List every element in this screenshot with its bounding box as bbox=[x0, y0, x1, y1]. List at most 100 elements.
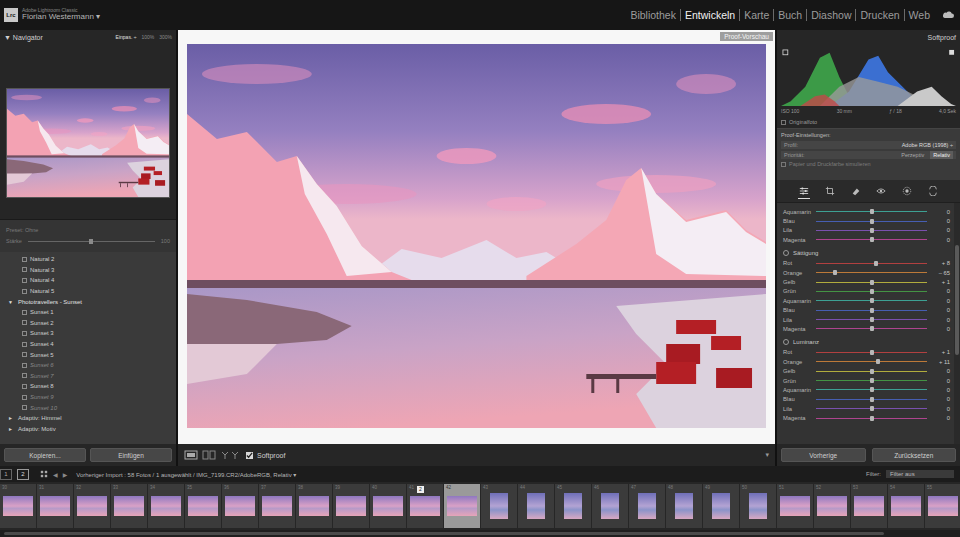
tool-button[interactable] bbox=[850, 184, 862, 199]
loupe-view-icon[interactable] bbox=[184, 450, 198, 460]
slider-track[interactable] bbox=[816, 291, 927, 292]
filmstrip-thumbnail[interactable]: 33 bbox=[111, 484, 147, 528]
slider-track[interactable] bbox=[816, 319, 927, 320]
slider-thumb[interactable] bbox=[833, 270, 837, 275]
slider-value[interactable]: 0 bbox=[930, 368, 950, 374]
slider-value[interactable]: 0 bbox=[930, 317, 950, 323]
slider-value[interactable]: 0 bbox=[930, 406, 950, 412]
disclosure-arrow[interactable]: ► bbox=[8, 426, 15, 432]
filmstrip-thumbnail[interactable]: 45 bbox=[555, 484, 591, 528]
zoom-option[interactable]: Einpas. ÷ bbox=[116, 34, 137, 40]
slider-track[interactable] bbox=[816, 211, 927, 212]
slider-track[interactable] bbox=[816, 282, 927, 283]
filmstrip-thumbnail[interactable]: 55 bbox=[925, 484, 960, 528]
panel-scrollbar[interactable] bbox=[954, 203, 960, 444]
preset-item[interactable]: Natural 3 bbox=[0, 265, 176, 276]
disclosure-arrow[interactable]: ► bbox=[8, 415, 15, 421]
intent-option[interactable]: Relativ bbox=[930, 151, 953, 159]
slider-track[interactable] bbox=[816, 389, 927, 390]
slider-track[interactable] bbox=[816, 221, 927, 222]
tool-button[interactable] bbox=[875, 184, 887, 199]
softproof-label[interactable]: Softproof bbox=[257, 452, 285, 459]
slider-value[interactable]: 0 bbox=[930, 396, 950, 402]
panel-button[interactable]: Vorherige bbox=[781, 448, 866, 462]
preset-item[interactable]: Sunset 6 bbox=[0, 360, 176, 371]
filmstrip-thumbnail[interactable]: 30 bbox=[0, 484, 36, 528]
slider-value[interactable]: 0 bbox=[930, 326, 950, 332]
slider-value[interactable]: 0 bbox=[930, 415, 950, 421]
slider-thumb[interactable] bbox=[870, 219, 874, 224]
slider-track[interactable] bbox=[816, 399, 927, 400]
grid-icon[interactable] bbox=[40, 470, 48, 478]
slider-row[interactable]: Magenta0 bbox=[783, 324, 950, 333]
histogram-header[interactable]: Softproof bbox=[777, 30, 960, 44]
module-tab[interactable]: Buch bbox=[773, 9, 806, 21]
slider-track[interactable] bbox=[816, 239, 927, 240]
slider-track[interactable] bbox=[816, 352, 927, 353]
slider-thumb[interactable] bbox=[870, 387, 874, 392]
zoom-option[interactable]: 300% bbox=[159, 34, 172, 40]
slider-value[interactable]: 0 bbox=[930, 218, 950, 224]
slider-thumb[interactable] bbox=[870, 308, 874, 313]
navigator-photo[interactable] bbox=[6, 88, 170, 198]
tool-button[interactable] bbox=[901, 184, 913, 199]
filmstrip-thumbnail[interactable]: 54 bbox=[888, 484, 924, 528]
slider-track[interactable] bbox=[816, 272, 927, 273]
slider-row[interactable]: Aquamarin0 bbox=[783, 296, 950, 305]
module-tab[interactable]: Karte bbox=[739, 9, 773, 21]
preset-group[interactable]: ▼Phototravellers - Sunset bbox=[0, 296, 176, 307]
slider-value[interactable]: – 65 bbox=[930, 270, 950, 276]
slider-row[interactable]: Gelb+ 1 bbox=[783, 277, 950, 286]
photo[interactable] bbox=[187, 44, 766, 428]
preset-item[interactable]: Natural 4 bbox=[0, 275, 176, 286]
preset-item[interactable]: Sunset 5 bbox=[0, 349, 176, 360]
slider-thumb[interactable] bbox=[870, 397, 874, 402]
navigator-header[interactable]: ▼ NavigatorEinpas. ÷100%300% bbox=[0, 30, 176, 44]
preset-item[interactable]: Sunset 7 bbox=[0, 371, 176, 382]
preset-item[interactable]: Sunset 10 bbox=[0, 402, 176, 413]
original-photo-option[interactable]: Originalfoto bbox=[777, 116, 960, 128]
filmstrip-thumbnail[interactable]: 35 bbox=[185, 484, 221, 528]
preset-group[interactable]: ►Adaptiv: Himmel bbox=[0, 413, 176, 424]
filmstrip-thumbnail[interactable]: 48 bbox=[666, 484, 702, 528]
slider-row[interactable]: Grün0 bbox=[783, 287, 950, 296]
slider-thumb[interactable] bbox=[870, 209, 874, 214]
slider-value[interactable]: 0 bbox=[930, 237, 950, 243]
preset-item[interactable]: Natural 2 bbox=[0, 254, 176, 265]
preset-item[interactable]: Natural 5 bbox=[0, 286, 176, 297]
slider-row[interactable]: Blau0 bbox=[783, 306, 950, 315]
slider-row[interactable]: Lila0 bbox=[783, 226, 950, 235]
slider-value[interactable]: 0 bbox=[930, 288, 950, 294]
slider-value[interactable]: 0 bbox=[930, 307, 950, 313]
window-button[interactable]: 2 bbox=[17, 469, 29, 480]
filmstrip-thumbnail[interactable]: 42 bbox=[444, 484, 480, 528]
hsl-section-title[interactable]: Sättigung bbox=[783, 248, 950, 259]
slider-thumb[interactable] bbox=[870, 280, 874, 285]
slider-row[interactable]: Rot+ 8 bbox=[783, 259, 950, 268]
filmstrip-thumbnail[interactable]: 32 bbox=[74, 484, 110, 528]
slider-row[interactable]: Orange+ 11 bbox=[783, 357, 950, 366]
slider-value[interactable]: 0 bbox=[930, 378, 950, 384]
hsl-section-title[interactable]: Luminanz bbox=[783, 337, 950, 348]
toolbar-menu[interactable]: ▾ bbox=[765, 451, 769, 459]
slider-row[interactable]: Aquamarin0 bbox=[783, 385, 950, 394]
filmstrip-thumbnail[interactable]: 38 bbox=[296, 484, 332, 528]
before-after-icon[interactable] bbox=[202, 450, 216, 460]
user-menu[interactable]: Florian Westermann ▾ bbox=[22, 13, 100, 22]
slider-thumb[interactable] bbox=[89, 239, 93, 244]
preset-group[interactable]: ►Adaptiv: Motiv bbox=[0, 424, 176, 435]
slider-value[interactable]: + 1 bbox=[930, 349, 950, 355]
slider-row[interactable]: Lila0 bbox=[783, 404, 950, 413]
filmstrip-thumbnail[interactable]: 50 bbox=[740, 484, 776, 528]
slider-track[interactable] bbox=[816, 361, 927, 362]
slider-thumb[interactable] bbox=[870, 350, 874, 355]
filmstrip-thumbnail[interactable]: 37 bbox=[259, 484, 295, 528]
filmstrip-thumbnail[interactable]: 53 bbox=[851, 484, 887, 528]
zoom-option[interactable]: 100% bbox=[141, 34, 154, 40]
previous-button[interactable]: ◀ bbox=[53, 471, 58, 478]
amount-slider[interactable] bbox=[28, 241, 155, 242]
slider-track[interactable] bbox=[816, 408, 927, 409]
slider-thumb[interactable] bbox=[870, 369, 874, 374]
slider-row[interactable]: Orange– 65 bbox=[783, 268, 950, 277]
cloud-icon[interactable] bbox=[942, 11, 954, 19]
